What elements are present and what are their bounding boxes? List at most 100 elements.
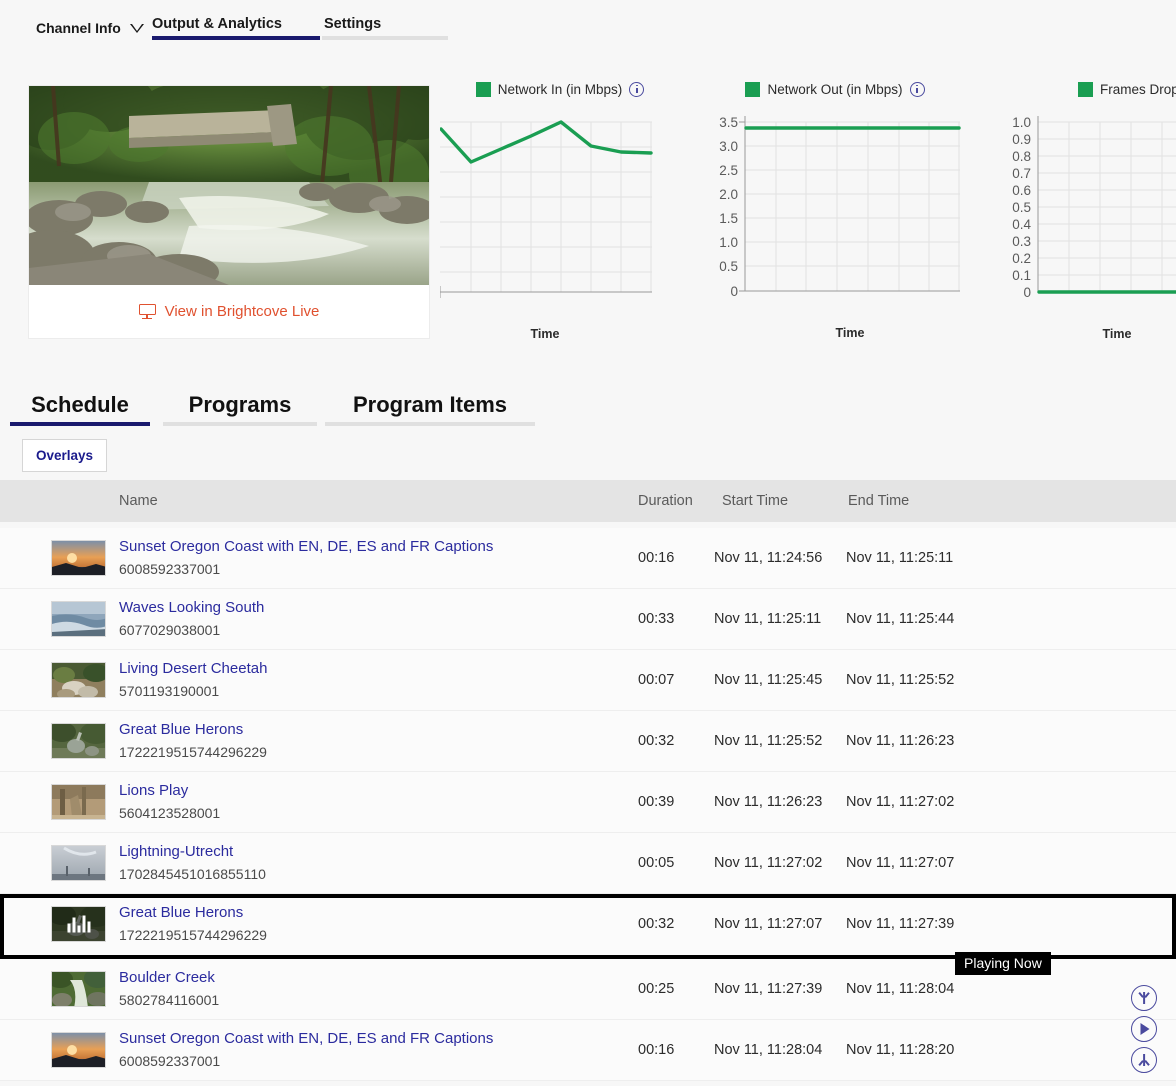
row-video-id: 5604123528001	[119, 805, 220, 821]
svg-text:11:17: 11:17	[883, 302, 915, 305]
tab-programs[interactable]: Programs	[163, 392, 317, 418]
row-start-time: Nov 11, 11:25:52	[714, 733, 822, 749]
svg-text:2.5: 2.5	[719, 163, 738, 178]
table-row-playing[interactable]: Great Blue Herons172221951574429622900:3…	[0, 894, 1176, 959]
svg-text:0.6: 0.6	[1012, 183, 1031, 198]
tab-programs-underline	[163, 422, 317, 426]
row-thumbnail[interactable]	[51, 662, 106, 698]
row-video-id: 6008592337001	[119, 1053, 220, 1069]
info-icon[interactable]	[629, 82, 644, 97]
row-video-id: 5701193190001	[119, 683, 219, 699]
row-duration: 00:32	[638, 733, 674, 749]
svg-text:2.0: 2.0	[719, 187, 738, 202]
svg-text:0.2: 0.2	[1012, 251, 1031, 266]
chart-frames-dropped: Frames Dropp 1.0 0.9 0.8 0.7 0.6 0.5 0.4…	[1000, 78, 1176, 341]
play-button[interactable]	[1131, 1016, 1157, 1042]
svg-text:10:57: 10:57	[1053, 303, 1086, 305]
row-title-link[interactable]: Sunset Oregon Coast with EN, DE, ES and …	[119, 1030, 493, 1047]
svg-text:11:02: 11:02	[790, 302, 822, 305]
svg-text:1.0: 1.0	[1012, 115, 1031, 130]
row-start-time: Nov 11, 11:25:45	[714, 672, 822, 688]
live-video-still[interactable]	[29, 86, 429, 285]
row-start-time: Nov 11, 11:27:39	[714, 981, 822, 997]
table-row[interactable]: Great Blue Herons172221951574429622900:3…	[0, 711, 1176, 772]
row-thumbnail[interactable]	[51, 971, 106, 1007]
row-end-time: Nov 11, 11:25:52	[846, 672, 954, 688]
arrow-down-icon	[1143, 1054, 1145, 1066]
row-title-link[interactable]: Lions Play	[119, 782, 188, 799]
column-header-end[interactable]: End Time	[848, 493, 909, 509]
table-row[interactable]: Living Desert Cheetah570119319000100:07N…	[0, 650, 1176, 711]
column-header-name[interactable]: Name	[119, 493, 158, 509]
row-end-time: Nov 11, 11:27:07	[846, 855, 954, 871]
svg-text:1.5: 1.5	[719, 211, 738, 226]
info-icon[interactable]	[910, 82, 925, 97]
play-icon	[1140, 1023, 1149, 1035]
table-row[interactable]: Waves Looking South607702903800100:33Nov…	[0, 589, 1176, 650]
row-duration: 00:05	[638, 855, 674, 871]
chart-network-in-plot: 0 10:52 10:57 11:02 11:07 11:12 11:17 11…	[440, 100, 680, 305]
row-thumbnail[interactable]	[51, 1032, 106, 1068]
chart-frames-dropped-plot: 1.0 0.9 0.8 0.7 0.6 0.5 0.4 0.3 0.2 0.1 …	[1000, 100, 1176, 305]
row-thumbnail[interactable]	[51, 784, 106, 820]
row-thumbnail[interactable]	[51, 723, 106, 759]
svg-text:10:52: 10:52	[1023, 303, 1056, 305]
chevron-down-icon	[130, 24, 144, 33]
row-title-link[interactable]: Boulder Creek	[119, 969, 215, 986]
chart-frames-dropped-legend: Frames Dropp	[1000, 78, 1176, 100]
row-thumbnail[interactable]	[51, 906, 106, 942]
chart-network-in-legend: Network In (in Mbps)	[440, 78, 680, 100]
table-row[interactable]: Sunset Oregon Coast with EN, DE, ES and …	[0, 528, 1176, 589]
chart-frames-dropped-xlabel: Time	[1058, 327, 1176, 341]
move-up-button[interactable]	[1131, 985, 1157, 1011]
row-title-link[interactable]: Sunset Oregon Coast with EN, DE, ES and …	[119, 538, 493, 555]
row-title-link[interactable]: Great Blue Herons	[119, 721, 243, 738]
row-title-link[interactable]: Living Desert Cheetah	[119, 660, 267, 677]
row-title-link[interactable]: Great Blue Herons	[119, 904, 243, 921]
tab-output-analytics-label: Output & Analytics	[152, 16, 282, 32]
tab-program-items-label: Program Items	[353, 392, 507, 417]
tab-settings[interactable]: Settings	[324, 12, 446, 32]
row-title-link[interactable]: Lightning-Utrecht	[119, 843, 233, 860]
tab-program-items[interactable]: Program Items	[325, 392, 535, 418]
tab-schedule-label: Schedule	[31, 392, 129, 417]
svg-text:11:22: 11:22	[605, 303, 637, 305]
tab-channel-info-label: Channel Info	[36, 20, 121, 36]
table-row[interactable]: Lightning-Utrecht170284545101685511000:0…	[0, 833, 1176, 894]
svg-text:3.5: 3.5	[719, 115, 738, 130]
svg-text:0: 0	[730, 284, 738, 299]
chart-network-in-xlabel: Time	[440, 327, 650, 341]
row-duration: 00:25	[638, 981, 674, 997]
row-video-id: 6008592337001	[119, 561, 220, 577]
row-start-time: Nov 11, 11:25:11	[714, 611, 821, 627]
legend-swatch-icon	[745, 82, 760, 97]
overlays-button[interactable]: Overlays	[22, 439, 107, 472]
view-in-brightcove-live-link[interactable]: View in Brightcove Live	[29, 285, 429, 338]
row-thumbnail[interactable]	[51, 601, 106, 637]
table-row[interactable]: Lions Play560412352800100:39Nov 11, 11:2…	[0, 772, 1176, 833]
row-start-time: Nov 11, 11:27:02	[714, 855, 822, 871]
tab-schedule[interactable]: Schedule	[10, 392, 150, 418]
table-row[interactable]: Sunset Oregon Coast with EN, DE, ES and …	[0, 1020, 1176, 1081]
svg-text:11:07: 11:07	[515, 303, 547, 305]
svg-text:10:52: 10:52	[730, 302, 763, 305]
view-in-brightcove-live-label: View in Brightcove Live	[165, 303, 320, 320]
chart-network-out-legend-label: Network Out (in Mbps)	[767, 82, 902, 97]
svg-text:11:02: 11:02	[1084, 303, 1116, 305]
row-thumbnail[interactable]	[51, 540, 106, 576]
svg-text:3.0: 3.0	[719, 139, 738, 154]
column-header-start[interactable]: Start Time	[722, 493, 788, 509]
legend-swatch-icon	[476, 82, 491, 97]
svg-text:0.3: 0.3	[1012, 234, 1031, 249]
svg-text:11:22: 11:22	[913, 302, 945, 305]
tab-program-items-underline	[325, 422, 535, 426]
move-down-button[interactable]	[1131, 1047, 1157, 1073]
tab-channel-info[interactable]: Channel Info	[36, 16, 154, 36]
tab-output-analytics[interactable]: Output & Analytics	[152, 12, 320, 32]
row-thumbnail[interactable]	[51, 845, 106, 881]
svg-text:11:12: 11:12	[545, 303, 577, 305]
svg-text:0.5: 0.5	[719, 259, 738, 274]
svg-text:1: 1	[1158, 303, 1165, 305]
row-title-link[interactable]: Waves Looking South	[119, 599, 264, 616]
column-header-duration[interactable]: Duration	[638, 493, 693, 509]
